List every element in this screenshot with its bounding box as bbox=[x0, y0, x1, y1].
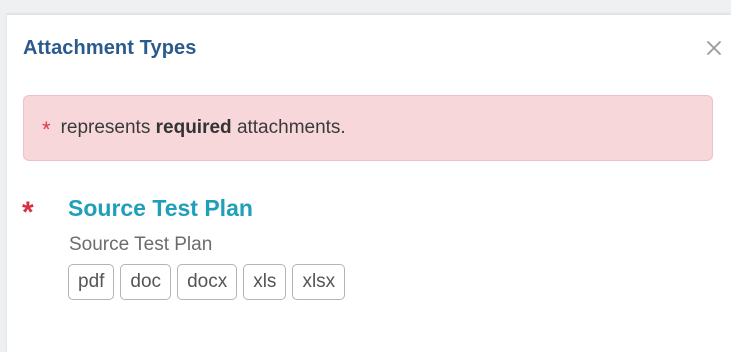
file-type-badge: xlsx bbox=[292, 264, 346, 300]
required-asterisk-icon: * bbox=[22, 196, 34, 229]
file-type-badge: docx bbox=[177, 264, 238, 300]
close-button[interactable] bbox=[703, 37, 725, 59]
required-asterisk-icon: * bbox=[42, 117, 51, 142]
attachment-types-modal: Attachment Types bbox=[6, 14, 731, 352]
attachment-item: * Source Test Plan Source Test Plan pdf … bbox=[22, 190, 346, 300]
close-icon bbox=[707, 41, 721, 55]
file-type-list: pdf doc docx xls xlsx bbox=[68, 264, 346, 300]
alert-text: represents required attachments. bbox=[61, 117, 346, 139]
required-info-alert: * represents required attachments. bbox=[23, 95, 713, 161]
file-type-badge: doc bbox=[120, 264, 172, 300]
modal-title: Attachment Types bbox=[23, 37, 197, 59]
file-type-badge: pdf bbox=[68, 264, 115, 300]
alert-prefix: represents bbox=[60, 117, 151, 138]
modal-header: Attachment Types bbox=[7, 15, 731, 85]
alert-suffix: attachments. bbox=[236, 117, 346, 138]
attachment-title-link[interactable]: Source Test Plan bbox=[68, 195, 253, 222]
alert-emphasis: required bbox=[155, 117, 232, 138]
attachment-title-row: * Source Test Plan bbox=[22, 190, 345, 229]
file-type-badge: xls bbox=[243, 264, 287, 300]
attachment-description: Source Test Plan bbox=[69, 234, 213, 255]
